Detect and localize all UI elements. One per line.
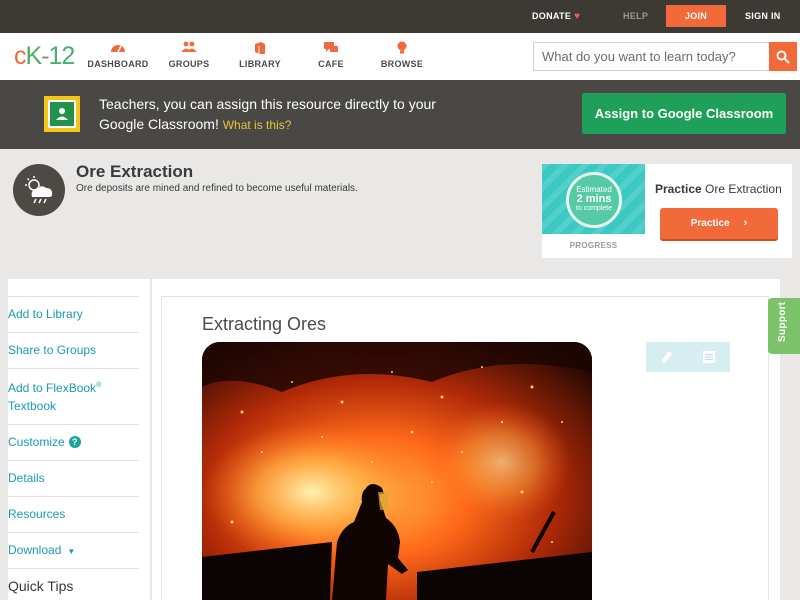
assign-to-google-classroom-button[interactable]: Assign to Google Classroom — [582, 93, 786, 134]
pencil-icon — [662, 351, 672, 363]
logo-k: K — [25, 42, 43, 70]
google-classroom-icon — [44, 96, 80, 132]
annotate-button[interactable] — [646, 342, 688, 372]
help-question-icon[interactable]: ? — [68, 436, 81, 448]
top-bar: DONATE ♥ HELP JOIN SIGN IN — [0, 0, 800, 33]
donate-link[interactable]: DONATE ♥ — [532, 0, 580, 33]
estimated-time-badge: Estimated 2 mins to complete — [566, 172, 622, 228]
sidebar-item-resources[interactable]: Resources — [8, 496, 139, 532]
sidebar-item-download[interactable]: Download ▼ — [8, 532, 139, 568]
browse-icon — [367, 41, 437, 55]
banner-message: Teachers, you can assign this resource d… — [99, 94, 459, 135]
practice-title-bold: Practice — [655, 182, 702, 196]
sign-in-link[interactable]: SIGN IN — [745, 0, 781, 33]
practice-button[interactable]: Practice › — [660, 208, 778, 239]
section-title: Extracting Ores — [202, 314, 327, 334]
estimated-mins: 2 mins — [576, 193, 612, 205]
notes-button[interactable] — [688, 342, 730, 372]
library-icon — [225, 41, 295, 55]
nav-browse[interactable]: BROWSE — [367, 33, 437, 80]
nav-dashboard[interactable]: DASHBOARD — [83, 33, 153, 80]
search-icon — [776, 50, 790, 64]
sidebar-item-add-to-library[interactable]: Add to Library — [8, 296, 139, 332]
sidebar-item-add-to-flexbook[interactable]: Add to FlexBook® Textbook — [8, 368, 139, 424]
search-input[interactable] — [533, 42, 770, 71]
content-tools — [646, 342, 730, 372]
quick-tips-heading: Quick Tips — [8, 568, 139, 600]
notes-icon — [703, 351, 715, 363]
join-button[interactable]: JOIN — [666, 5, 726, 27]
practice-title: Practice Ore Extraction — [655, 182, 782, 196]
logo-num: 12 — [48, 42, 76, 70]
to-complete-label: to complete — [575, 205, 613, 212]
progress-label: PROGRESS — [569, 241, 618, 250]
support-label: Support — [777, 301, 788, 342]
sidebar-item-label: Add to Library — [8, 307, 83, 321]
concept-description: Ore deposits are mined and refined to be… — [76, 183, 358, 194]
chevron-right-icon: › — [743, 217, 748, 229]
practice-card: Estimated 2 mins to complete PROGRESS Pr… — [542, 164, 792, 258]
practice-art: Estimated 2 mins to complete — [542, 164, 645, 234]
sidebar-item-details[interactable]: Details — [8, 460, 139, 496]
sidebar-item-label-line2: Textbook — [8, 399, 57, 413]
what-is-this-link[interactable]: What is this? — [223, 118, 292, 132]
practice-button-label: Practice — [690, 218, 730, 229]
sidebar-item-label: Share to Groups — [8, 343, 97, 357]
help-link[interactable]: HELP — [623, 0, 648, 33]
ore-extraction-photo — [202, 342, 592, 600]
registered-mark: ® — [96, 382, 102, 389]
logo-c: c — [14, 42, 26, 70]
sidebar-item-label: Add to FlexBook — [8, 381, 97, 395]
main-nav: cK-12 DASHBOARD GROUPS LIBRARY CAFE BROW… — [0, 33, 800, 80]
dashboard-icon — [83, 41, 153, 55]
groups-icon — [154, 41, 224, 55]
concept-title: Ore Extraction — [76, 162, 194, 181]
sidebar-item-customize[interactable]: Customize? — [8, 424, 139, 460]
caret-down-icon: ▼ — [67, 547, 76, 556]
sidebar-item-share-to-groups[interactable]: Share to Groups — [8, 332, 139, 368]
search-button[interactable] — [769, 42, 797, 71]
weather-cloud-icon — [13, 164, 65, 216]
sidebar-item-label: Customize — [8, 435, 65, 449]
support-tab[interactable]: Support — [768, 298, 800, 354]
ck12-logo[interactable]: cK-12 — [14, 42, 76, 70]
heart-icon: ♥ — [574, 11, 581, 22]
sidebar-item-label: Details — [8, 471, 45, 485]
nav-cafe[interactable]: CAFE — [296, 33, 366, 80]
donate-label: DONATE — [532, 11, 572, 21]
nav-library[interactable]: LIBRARY — [225, 33, 295, 80]
cafe-icon — [296, 41, 366, 55]
sidebar-item-label: Resources — [8, 507, 66, 521]
sidebar-item-label: Download — [8, 543, 62, 557]
practice-title-rest: Ore Extraction — [705, 182, 782, 196]
nav-groups[interactable]: GROUPS — [154, 33, 224, 80]
logo-dash: - — [41, 42, 49, 70]
nav-browse-label: BROWSE — [380, 59, 424, 69]
